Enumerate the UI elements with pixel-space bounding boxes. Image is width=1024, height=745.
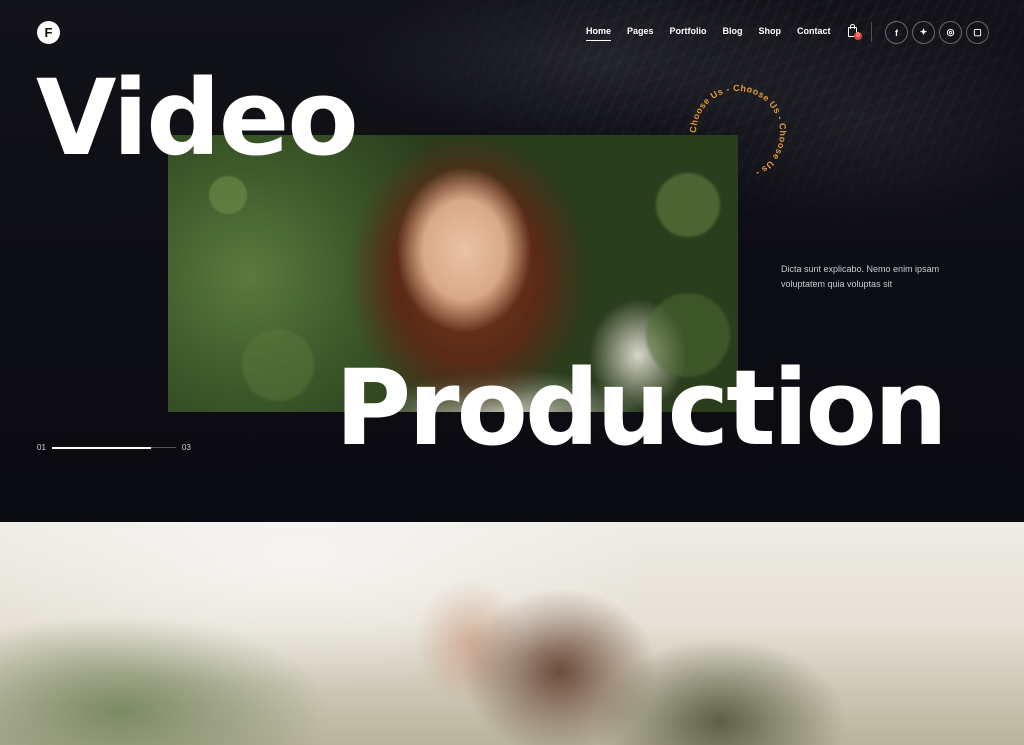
nav-blog[interactable]: Blog [723, 26, 743, 40]
cart-count-badge: 0 [854, 32, 862, 40]
dribbble-icon[interactable]: ◎ [939, 21, 962, 44]
hero-section: F Home Pages Portfolio Blog Shop Contact… [0, 0, 1024, 522]
twitter-icon[interactable]: ✦ [912, 21, 935, 44]
site-logo[interactable]: F [37, 21, 60, 44]
headline-video: Video [36, 57, 359, 179]
cart-icon[interactable]: 0 [847, 24, 862, 40]
instagram-icon[interactable]: ▢ [966, 21, 989, 44]
slide-total-number: 03 [181, 443, 191, 452]
nav-pages[interactable]: Pages [627, 26, 654, 40]
facebook-icon[interactable]: f [885, 21, 908, 44]
choose-us-circle-badge[interactable]: Choose Us - Choose Us - Choose Us - [683, 78, 793, 188]
photo-light-haze [0, 522, 1024, 745]
nav-home[interactable]: Home [586, 26, 612, 41]
nav-portfolio[interactable]: Portfolio [670, 26, 707, 40]
slide-current-number: 01 [37, 443, 46, 452]
circle-badge-textpath: Choose Us - Choose Us - Choose Us - [688, 83, 788, 179]
social-links: f ✦ ◎ ▢ [885, 21, 989, 44]
header-divider [871, 22, 872, 42]
slide-progress-fill [51, 446, 152, 449]
nav-contact[interactable]: Contact [797, 26, 831, 40]
nav-shop[interactable]: Shop [759, 26, 782, 40]
secondary-photo-section [0, 522, 1024, 745]
slide-pagination[interactable]: 01 03 [37, 443, 191, 452]
headline-production: Production [335, 347, 948, 469]
main-nav: Home Pages Portfolio Blog Shop Contact [586, 26, 847, 41]
slide-progress-track [51, 446, 176, 449]
hero-tagline: Dicta sunt explicabo. Nemo enim ipsam vo… [781, 264, 940, 289]
circle-badge-text: Choose Us - Choose Us - Choose Us - [688, 83, 788, 179]
